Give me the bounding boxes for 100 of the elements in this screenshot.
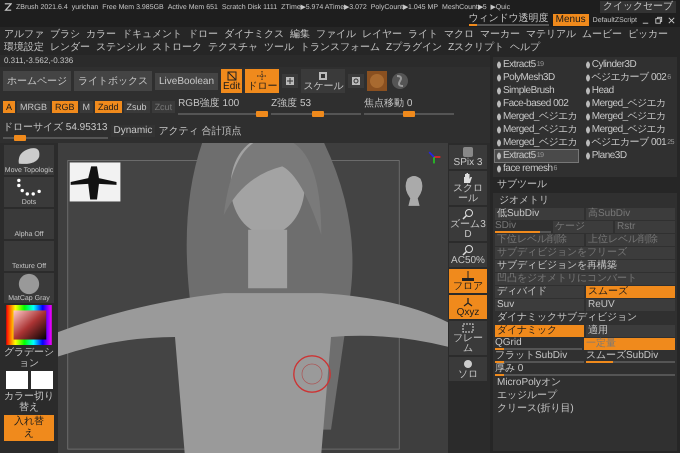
tool-item[interactable]: ベジエカーブ 002$^{6}$: [584, 72, 675, 84]
toolbar-slider[interactable]: RGB強度 100: [178, 96, 268, 117]
quick-save-button[interactable]: クイックセーブ: [600, 1, 676, 13]
menu-item[interactable]: ストローク: [152, 41, 202, 54]
tool-item[interactable]: Merged_ベジエカ: [584, 124, 675, 136]
section-header[interactable]: ダイナミックサブディビジョン: [495, 312, 637, 324]
channel-toggle[interactable]: M: [80, 100, 94, 112]
tool-item[interactable]: Extract5$^{19}$: [495, 150, 578, 162]
tool-item[interactable]: Face-based 002: [495, 98, 578, 110]
subtool-title[interactable]: サブツール: [493, 179, 677, 191]
menu-item[interactable]: ファイル: [316, 28, 356, 41]
menu-item[interactable]: レイヤー: [362, 28, 402, 41]
toolbar-slider[interactable]: ドローサイズ 54.95313: [3, 120, 108, 141]
tool-item[interactable]: Head: [584, 85, 675, 97]
menu-item[interactable]: トランスフォーム: [300, 41, 380, 54]
menu-item[interactable]: テクスチャ: [208, 41, 258, 54]
restore-icon[interactable]: [654, 16, 663, 24]
tool-item[interactable]: Merged_ベジエカ: [584, 111, 675, 123]
geometry-button[interactable]: 低SubDiv: [495, 208, 584, 220]
transparency-slider[interactable]: ウィンドウ透明度: [468, 14, 549, 26]
geometry-button[interactable]: ディバイド: [495, 286, 584, 298]
menu-item[interactable]: ドキュメント: [122, 28, 182, 41]
menus-toggle[interactable]: Menus: [552, 14, 589, 26]
view-button[interactable]: SPix 3: [449, 145, 487, 169]
view-button[interactable]: ズーム3D: [449, 207, 487, 241]
swap-button[interactable]: 入れ替え: [4, 415, 54, 441]
shelf-button[interactable]: ライトボックス: [74, 71, 152, 91]
channel-toggle[interactable]: A: [3, 100, 16, 112]
close-icon[interactable]: [667, 16, 676, 24]
geometry-slider[interactable]: スムーズSubDiv: [586, 351, 675, 363]
view-button[interactable]: Qxyz: [449, 295, 487, 319]
geometry-button[interactable]: サブディビジョンを再構築: [495, 260, 675, 272]
tool-item[interactable]: Plane3D: [584, 150, 675, 162]
tool-item[interactable]: Merged_ベジエカ: [584, 98, 675, 110]
tool-item[interactable]: face remesh$^{6}$: [495, 163, 578, 175]
view-button[interactable]: AC50%: [449, 243, 487, 267]
texture-icon[interactable]: [390, 71, 410, 91]
coordinates: 0.311,-3.562,-0.336: [3, 55, 74, 67]
section-header[interactable]: MicroPolyオン: [495, 377, 561, 389]
menu-item[interactable]: アルファ: [4, 28, 44, 41]
menu-item[interactable]: ブラシ: [50, 28, 80, 41]
tool-item[interactable]: ベジエカーブ 001$^{25}$: [584, 137, 675, 149]
section-header[interactable]: クリース(折り目): [495, 403, 574, 415]
geometry-button[interactable]: スムーズ: [586, 286, 675, 298]
view-button[interactable]: フレーム: [449, 321, 487, 355]
toolbar-slider[interactable]: 焦点移動 0: [364, 96, 454, 117]
menu-item[interactable]: 環境設定: [4, 41, 44, 54]
view-button[interactable]: フロア: [449, 269, 487, 293]
tool-item[interactable]: Extract5$^{19}$: [495, 59, 578, 71]
menu-item[interactable]: ムービー: [582, 28, 622, 41]
channel-toggle[interactable]: Zadd: [95, 100, 122, 112]
tool-item[interactable]: Merged_ベジエカ: [495, 111, 578, 123]
menu-item[interactable]: ライト: [408, 28, 438, 41]
tool-item[interactable]: SimpleBrush: [495, 85, 578, 97]
menu-item[interactable]: ドロー: [188, 28, 218, 41]
geometry-button[interactable]: ダイナミック: [495, 325, 584, 337]
menu-item[interactable]: レンダー: [50, 41, 90, 54]
dynamic-button[interactable]: Dynamic: [110, 124, 156, 136]
edit-mode-button[interactable]: Edit: [221, 69, 242, 93]
channel-toggle[interactable]: RGB: [52, 100, 78, 112]
section-header[interactable]: エッジループ: [495, 390, 557, 402]
geometry-slider[interactable]: 厚み 0: [495, 364, 675, 376]
tool-item[interactable]: Merged_ベジエカ: [495, 137, 578, 149]
rotate-mode-button[interactable]: [348, 74, 364, 88]
draw-mode-button[interactable]: ドロー: [245, 69, 280, 93]
menu-item[interactable]: Zスクリプト: [448, 41, 504, 54]
scale-mode-button[interactable]: スケール: [301, 69, 346, 93]
menu-item[interactable]: マクロ: [444, 28, 474, 41]
menu-item[interactable]: ピッカー: [628, 28, 668, 41]
menu-item[interactable]: 編集: [290, 28, 310, 41]
menu-item[interactable]: ダイナミクス: [224, 28, 284, 41]
tool-item[interactable]: Merged_ベジエカ: [495, 124, 578, 136]
geometry-slider[interactable]: フラットSubDiv: [495, 351, 584, 363]
channel-toggle[interactable]: MRGB: [17, 100, 50, 112]
geometry-slider[interactable]: QGrid: [495, 338, 582, 350]
shelf-button[interactable]: ホームページ: [3, 71, 71, 91]
axis-gizmo-icon[interactable]: [426, 149, 442, 165]
toolbar-slider[interactable]: Z強度 53: [271, 96, 362, 117]
geometry-button[interactable]: 適用: [586, 325, 675, 337]
menu-item[interactable]: ツール: [264, 41, 294, 54]
menu-item[interactable]: マーカー: [480, 28, 520, 41]
geometry-button[interactable]: Suv: [495, 299, 584, 311]
geometry-button[interactable]: ReUV: [586, 299, 675, 311]
menu-item[interactable]: カラー: [86, 28, 116, 41]
view-button[interactable]: スクロール: [449, 171, 487, 205]
move-mode-button[interactable]: [282, 74, 298, 88]
menu-item[interactable]: Zプラグイン: [386, 41, 442, 54]
tool-item[interactable]: Cylinder3D: [584, 59, 675, 71]
channel-toggle[interactable]: Zsub: [124, 100, 150, 112]
menu-item[interactable]: ステンシル: [96, 41, 146, 54]
secondary-color-swatch[interactable]: [30, 371, 52, 389]
shelf-button[interactable]: LiveBoolean: [155, 72, 218, 90]
geometry-title[interactable]: ジオメトリ: [495, 195, 675, 207]
color-picker[interactable]: [4, 305, 54, 345]
main-color-swatch[interactable]: [6, 371, 28, 389]
view-button[interactable]: ソロ: [449, 357, 487, 381]
menu-item[interactable]: ヘルプ: [510, 41, 540, 54]
tool-item[interactable]: PolyMesh3D: [495, 72, 578, 84]
material-icon[interactable]: [367, 71, 388, 91]
menu-item[interactable]: マテリアル: [526, 28, 576, 41]
